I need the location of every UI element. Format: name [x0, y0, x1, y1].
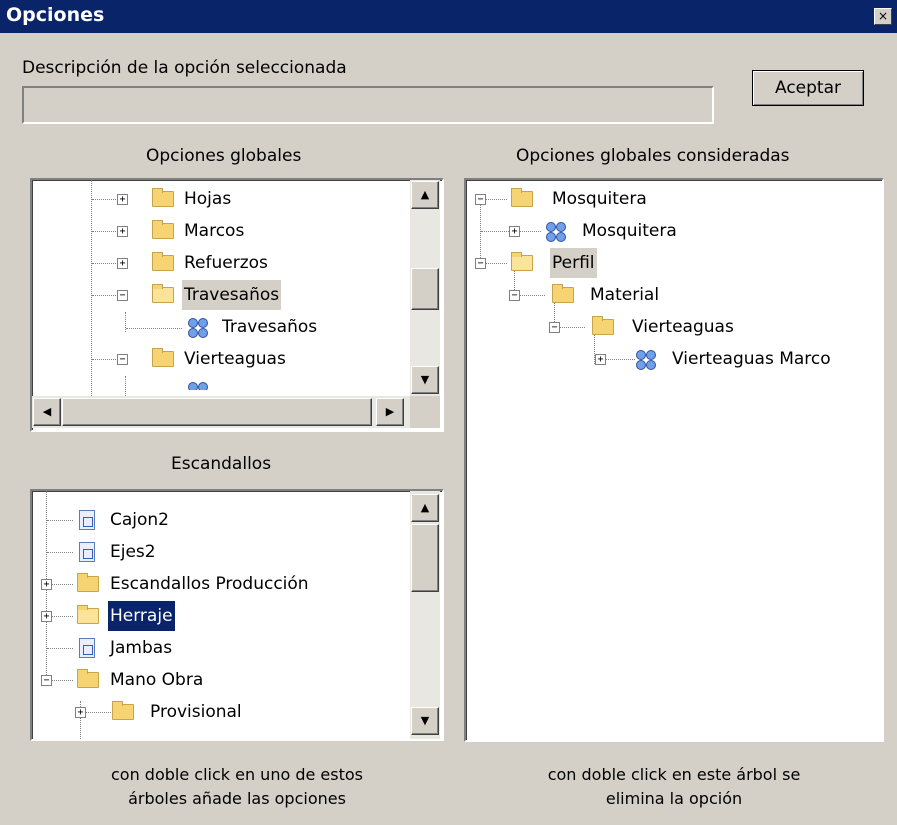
folder-icon: [152, 220, 174, 239]
document-icon: [79, 638, 95, 658]
tree-item-vierteaguas[interactable]: − Vierteaguas: [32, 344, 402, 374]
expand-icon[interactable]: +: [41, 611, 52, 622]
folder-icon: [592, 316, 614, 335]
folder-icon: [112, 701, 134, 720]
tree-item-mano-obra[interactable]: − Mano Obra: [32, 665, 402, 695]
escandallos-tree[interactable]: Cajon2 Ejes2 + Escandallos Producción + …: [30, 489, 444, 741]
folder-icon: [511, 188, 533, 207]
tree-item-refuerzos[interactable]: + Refuerzos: [32, 248, 402, 278]
considered-options-heading: Opciones globales consideradas: [516, 146, 790, 166]
footer-right-line2: elimina la opción: [605, 789, 743, 808]
folder-icon: [77, 573, 99, 592]
expand-icon[interactable]: +: [117, 258, 128, 269]
document-icon: [79, 510, 95, 530]
option-icon: [636, 350, 656, 370]
description-label: Descripción de la opción seleccionada: [22, 58, 347, 78]
scroll-up-button[interactable]: ▲: [411, 494, 439, 522]
folder-icon: [152, 188, 174, 207]
tree-item-marcos[interactable]: + Marcos: [32, 216, 402, 246]
scroll-thumb[interactable]: [411, 268, 439, 310]
tree-item-vierteaguas-marco[interactable]: + Vierteaguas Marco: [466, 344, 876, 374]
folder-icon: [552, 284, 574, 303]
expand-icon[interactable]: +: [509, 226, 520, 237]
horizontal-scrollbar[interactable]: ◀ ▶: [32, 396, 410, 428]
expand-icon[interactable]: +: [41, 579, 52, 590]
accept-button[interactable]: Aceptar: [752, 70, 864, 106]
global-options-tree[interactable]: + Hojas + Marcos + Refuerzos − Travesaño…: [30, 178, 444, 432]
footer-left-line2: árboles añade las opciones: [128, 789, 346, 808]
scroll-thumb[interactable]: [411, 524, 439, 592]
tree-item-jambas[interactable]: Jambas: [32, 633, 402, 663]
scroll-left-button[interactable]: ◀: [33, 398, 61, 426]
tree-item-vierteaguas[interactable]: − Vierteaguas: [466, 312, 876, 342]
vertical-scrollbar[interactable]: ▲ ▼: [410, 180, 440, 396]
option-icon: [188, 318, 208, 338]
tree-item-perfil[interactable]: − Perfil: [466, 248, 876, 278]
expand-icon[interactable]: +: [117, 226, 128, 237]
option-icon: [546, 222, 566, 242]
close-icon: ×: [877, 9, 889, 23]
close-button[interactable]: ×: [874, 8, 892, 25]
scroll-down-button[interactable]: ▼: [411, 707, 439, 735]
escandallos-heading: Escandallos: [171, 454, 272, 474]
tree-item-provisional[interactable]: + Provisional: [32, 697, 402, 727]
tree-item-ejes2[interactable]: Ejes2: [32, 537, 402, 567]
folder-icon: [152, 348, 174, 367]
tree-item-cajon2[interactable]: Cajon2: [32, 505, 402, 535]
footer-right-line1: con doble click en este árbol se: [547, 765, 801, 784]
option-icon: [188, 382, 208, 390]
tree-item-hojas[interactable]: + Hojas: [32, 184, 402, 214]
global-options-heading: Opciones globales: [146, 146, 302, 166]
folder-icon: [152, 252, 174, 271]
folder-open-icon: [77, 605, 99, 624]
folder-icon: [77, 669, 99, 688]
scroll-up-button[interactable]: ▲: [411, 181, 439, 209]
tree-item-travesanos-option[interactable]: Travesaños: [32, 312, 402, 342]
tree-item-mosquitera-option[interactable]: + Mosquitera: [466, 216, 876, 246]
tree-item-partial: [32, 376, 402, 390]
expand-icon[interactable]: +: [75, 707, 86, 718]
window-title: Opciones: [6, 4, 105, 26]
tree-item-mosquitera-folder[interactable]: − Mosquitera: [466, 184, 876, 214]
expand-icon[interactable]: +: [595, 354, 606, 365]
collapse-icon[interactable]: −: [117, 290, 128, 301]
collapse-icon[interactable]: −: [509, 290, 520, 301]
tree-item-material[interactable]: − Material: [466, 280, 876, 310]
collapse-icon[interactable]: −: [117, 354, 128, 365]
tree-item-escandallos-produccion[interactable]: + Escandallos Producción: [32, 569, 402, 599]
collapse-icon[interactable]: −: [475, 194, 486, 205]
vertical-scrollbar[interactable]: ▲ ▼: [410, 491, 440, 739]
folder-open-icon: [152, 284, 174, 303]
expand-icon[interactable]: +: [117, 194, 128, 205]
scroll-thumb[interactable]: [62, 398, 372, 426]
title-bar: Opciones ×: [0, 0, 897, 33]
tree-item-herraje[interactable]: + Herraje: [32, 601, 402, 631]
collapse-icon[interactable]: −: [475, 258, 486, 269]
tree-item-travesanos[interactable]: − Travesaños: [32, 280, 402, 310]
scroll-down-button[interactable]: ▼: [411, 366, 439, 394]
footer-left-line1: con doble click en uno de estos: [110, 765, 363, 784]
scroll-right-button[interactable]: ▶: [376, 398, 404, 426]
document-icon: [79, 542, 95, 562]
collapse-icon[interactable]: −: [549, 322, 560, 333]
description-field: [22, 86, 714, 124]
folder-open-icon: [511, 252, 533, 271]
collapse-icon[interactable]: −: [41, 675, 52, 686]
considered-options-tree[interactable]: − Mosquitera + Mosquitera − Perfil − Mat…: [464, 178, 884, 742]
